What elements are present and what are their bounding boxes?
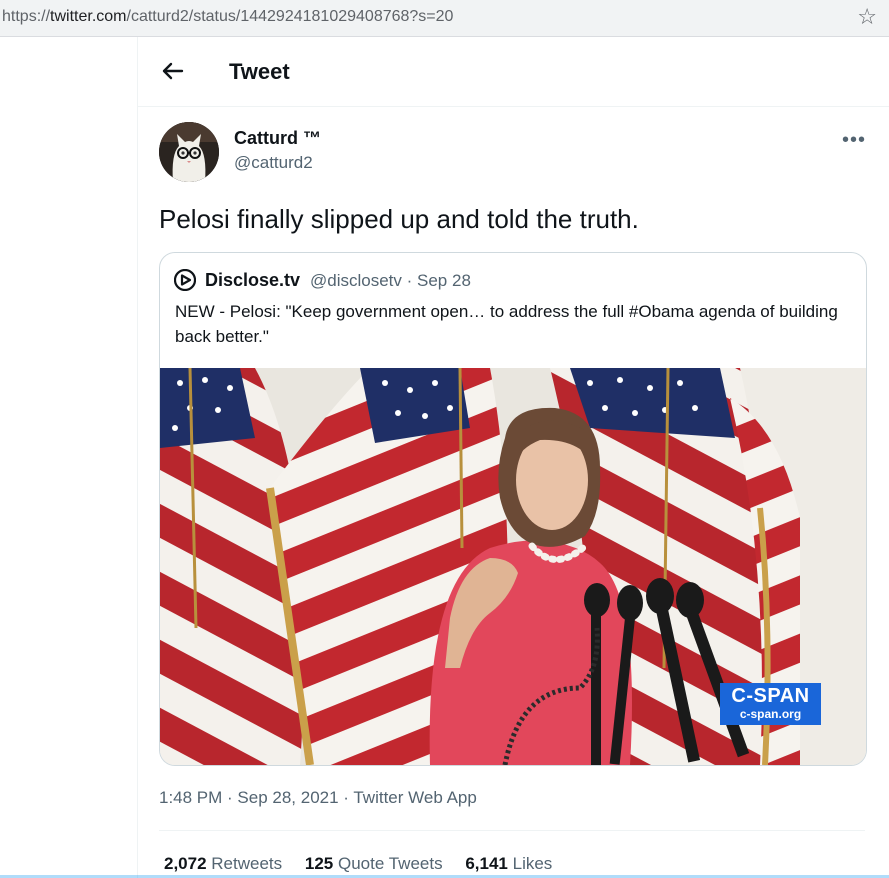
quotes-count: 125 xyxy=(304,854,334,873)
quoted-date: Sep 28 xyxy=(417,271,471,290)
quoted-author-handle: @disclosetv xyxy=(310,271,402,290)
cspan-watermark-title: C-SPAN xyxy=(731,685,810,707)
page-header: Tweet xyxy=(138,37,889,107)
page-title: Tweet xyxy=(229,59,290,84)
cspan-watermark: C-SPAN c-span.org xyxy=(720,683,821,725)
browser-address-bar[interactable]: https://twitter.com/catturd2/status/1442… xyxy=(0,0,889,37)
tweet-column: Tweet Catturd ™ @catturd2 ••• Pelosi fin… xyxy=(137,37,889,878)
author-name[interactable]: Catturd ™ xyxy=(234,128,321,149)
url-prefix: https:// xyxy=(2,8,51,25)
likes-label: Likes xyxy=(512,854,553,873)
avatar[interactable] xyxy=(159,122,219,182)
tweet-timestamp[interactable]: 1:48 PM · Sep 28, 2021 · Twitter Web App xyxy=(159,788,477,808)
url-domain: twitter.com xyxy=(50,8,127,25)
quoted-media-video[interactable]: C-SPAN c-span.org xyxy=(160,368,866,765)
more-options-icon[interactable]: ••• xyxy=(842,129,866,152)
quote-tweets-stat[interactable]: 125 Quote Tweets xyxy=(305,854,443,873)
tweet-text: Pelosi finally slipped up and told the t… xyxy=(159,204,639,234)
quoted-meta: @disclosetv · Sep 28 xyxy=(310,271,471,290)
likes-count: 6,141 xyxy=(465,854,508,873)
cspan-watermark-url: c-span.org xyxy=(739,707,802,721)
arrow-left-icon[interactable] xyxy=(158,57,186,85)
quoted-tweet[interactable]: Disclose.tv @disclosetv · Sep 28 NEW - P… xyxy=(159,252,867,766)
author-handle[interactable]: @catturd2 xyxy=(234,153,313,173)
url-text[interactable]: https://twitter.com/catturd2/status/1442… xyxy=(2,8,453,26)
likes-stat[interactable]: 6,141 Likes xyxy=(465,854,552,873)
quotes-label: Quote Tweets xyxy=(338,854,443,873)
url-path: /catturd2/status/1442924181029408768?s=2… xyxy=(126,8,454,25)
star-outline-icon[interactable]: ☆ xyxy=(857,4,877,30)
left-gutter xyxy=(0,37,137,878)
retweets-label: Retweets xyxy=(211,854,283,873)
divider xyxy=(159,830,865,831)
quoted-author-name: Disclose.tv xyxy=(205,270,301,290)
retweets-stat[interactable]: 2,072 Retweets xyxy=(164,854,282,873)
quoted-text: NEW - Pelosi: "Keep government open… to … xyxy=(175,302,838,346)
engagement-stats: 2,072 Retweets 125 Quote Tweets 6,141 Li… xyxy=(164,854,570,874)
disclose-tv-logo-icon xyxy=(173,268,197,292)
retweets-count: 2,072 xyxy=(164,854,207,873)
